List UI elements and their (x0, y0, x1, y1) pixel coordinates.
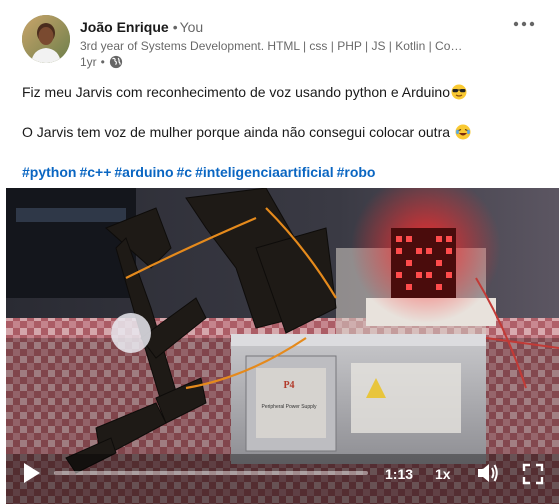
post-line-1-text: Fiz meu Jarvis com reconhecimento de voz… (22, 84, 451, 100)
psu-label-text: Peripheral Power Supply (261, 404, 317, 410)
globe-icon (109, 55, 123, 69)
post-line-1: Fiz meu Jarvis com reconhecimento de voz… (22, 82, 542, 102)
author-avatar[interactable] (22, 15, 70, 63)
video-progress-bar[interactable] (54, 471, 368, 475)
playback-speed-button[interactable]: 1x (435, 466, 451, 482)
volume-icon (478, 464, 498, 482)
hashtag-link[interactable]: #c++ (79, 164, 111, 180)
laughing-emoji-icon (455, 124, 471, 140)
more-options-button[interactable] (509, 14, 539, 34)
play-icon (24, 463, 40, 483)
post-age: 1yr (80, 55, 97, 69)
ellipsis-icon (513, 21, 535, 27)
sunglasses-emoji-icon (451, 84, 467, 100)
post-header: João Enrique • You 3rd year of Systems Dev… (0, 0, 559, 76)
psu-brand-text: P4 (283, 380, 294, 391)
author-name[interactable]: João Enrique (80, 19, 169, 35)
hashtag-link[interactable]: #robo (337, 164, 376, 180)
hashtag-link[interactable]: #c (177, 164, 193, 180)
author-relation: You (179, 19, 204, 35)
fullscreen-button[interactable] (522, 463, 544, 485)
separator-dot: • (172, 19, 178, 35)
author-name-line: João Enrique • You (80, 19, 203, 35)
post-line-2: O Jarvis tem voz de mulher porque ainda … (22, 122, 542, 142)
video-frame: P4 Peripheral Power Supply (6, 188, 559, 504)
hashtag-list: #python #c++ #arduino #c #inteligenciaartifi… (22, 162, 542, 182)
post-meta: 1yr • (80, 55, 123, 69)
hashtag-link[interactable]: #inteligenciaartificial (195, 164, 334, 180)
play-button[interactable] (18, 460, 48, 490)
feed-post: João Enrique • You 3rd year of Systems Dev… (0, 0, 559, 504)
hashtag-link[interactable]: #arduino (114, 164, 173, 180)
fullscreen-icon (522, 463, 544, 485)
hashtag-link[interactable]: #python (22, 164, 76, 180)
post-line-2-text: O Jarvis tem voz de mulher porque ainda … (22, 124, 451, 140)
volume-button[interactable] (476, 462, 502, 486)
video-player[interactable]: P4 Peripheral Power Supply (6, 188, 559, 504)
separator-dot: • (100, 55, 105, 69)
author-headline: 3rd year of Systems Development. HTML | … (80, 39, 472, 53)
post-text: Fiz meu Jarvis com reconhecimento de voz… (22, 82, 542, 182)
video-duration: 1:13 (385, 466, 414, 482)
